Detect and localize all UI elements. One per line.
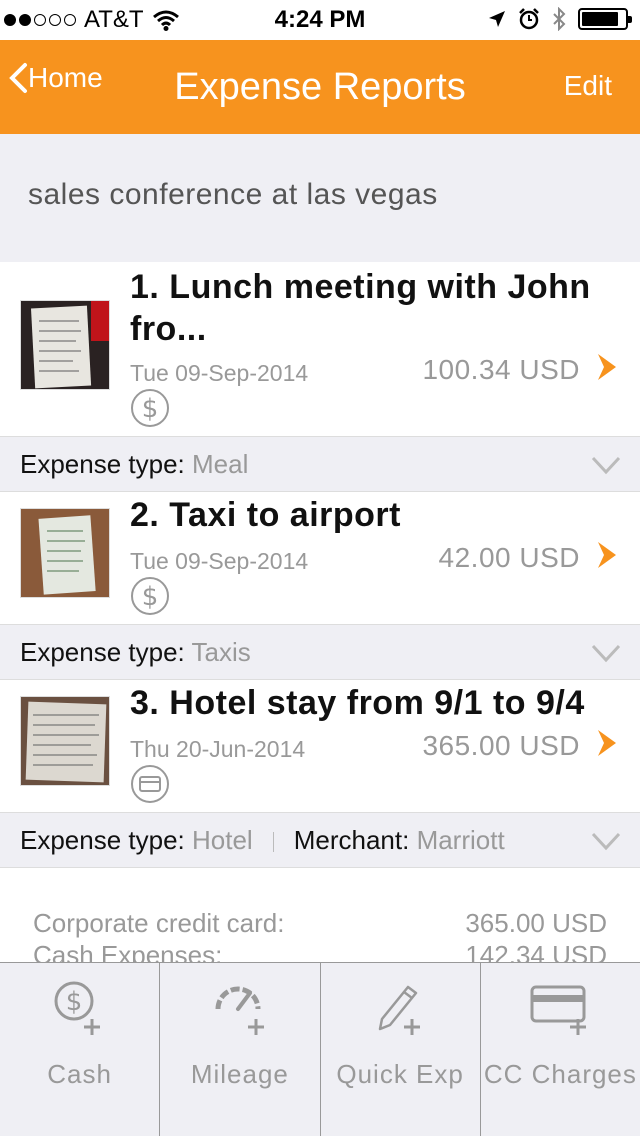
merchant-value: Marriott — [416, 825, 505, 855]
add-mileage-button[interactable]: Mileage — [160, 963, 321, 1136]
expense-name: 2. Taxi to airport — [130, 496, 401, 534]
alarm-clock-icon — [519, 8, 539, 30]
add-quick-expense-button[interactable]: Quick Exp — [321, 963, 481, 1136]
expense-date: Tue 09-Sep-2014 — [130, 360, 309, 386]
cash-dollar-icon: $ — [131, 389, 169, 427]
chevron-right-icon[interactable] — [592, 352, 622, 382]
expense-item[interactable]: 3. Hotel stay from 9/1 to 9/4 Thu 20-Jun… — [0, 680, 640, 812]
totals-summary: Corporate credit card: 365.00 USD Cash E… — [0, 868, 640, 962]
chevron-down-icon[interactable] — [590, 453, 622, 477]
chevron-down-icon[interactable] — [590, 641, 622, 665]
svg-text:$: $ — [142, 394, 159, 424]
expense-type-bar[interactable]: Expense type: Meal — [0, 436, 640, 492]
expense-type-label: Expense type: — [20, 637, 185, 667]
expense-type-bar[interactable]: Expense type: Taxis — [0, 624, 640, 680]
expense-item[interactable]: 1. Lunch meeting with John fro... Tue 09… — [0, 262, 640, 436]
status-bar: AT&T 4:24 PM — [0, 0, 640, 40]
add-mileage-label: Mileage — [190, 1059, 289, 1089]
expense-date: Tue 09-Sep-2014 — [130, 548, 309, 574]
status-right-icons — [488, 7, 632, 31]
total-label: Cash Expenses: — [33, 940, 223, 962]
expense-amount: 365.00 USD — [422, 730, 580, 761]
expense-name: 3. Hotel stay from 9/1 to 9/4 — [130, 684, 585, 722]
receipt-thumbnail[interactable] — [20, 300, 110, 390]
add-cc-charges-label: CC Charges — [483, 1059, 637, 1089]
receipt-thumbnail[interactable] — [20, 508, 110, 598]
cash-dollar-icon: $ — [131, 577, 169, 615]
chevron-right-icon[interactable] — [592, 728, 622, 758]
total-row: Cash Expenses: 142.34 USD — [33, 940, 607, 962]
divider — [272, 832, 274, 853]
total-row: Corporate credit card: 365.00 USD — [33, 908, 607, 939]
chevron-right-icon[interactable] — [592, 540, 622, 570]
expense-item[interactable]: 2. Taxi to airport Tue 09-Sep-2014 42.00… — [0, 492, 640, 624]
add-quick-expense-icon — [378, 985, 421, 1035]
credit-card-icon — [131, 765, 169, 803]
page-title: Expense Reports — [174, 66, 466, 108]
total-value: 142.34 USD — [465, 940, 607, 962]
svg-text:$: $ — [142, 582, 159, 612]
report-header: sales conference at las vegas — [0, 134, 640, 262]
expense-amount: 42.00 USD — [438, 542, 580, 573]
report-title: sales conference at las vegas — [28, 178, 438, 211]
chevron-down-icon[interactable] — [590, 829, 622, 853]
merchant-label: Merchant: — [293, 825, 410, 855]
total-label: Corporate credit card: — [33, 908, 285, 938]
location-arrow-icon — [489, 11, 505, 27]
navigation-bar: Home Expense Reports Edit — [0, 40, 640, 134]
expense-type-label: Expense type: — [20, 825, 185, 855]
edit-button[interactable]: Edit — [564, 70, 612, 102]
add-cash-button[interactable]: $ Cash — [0, 963, 161, 1136]
expense-type-value: Meal — [192, 449, 249, 479]
add-cash-label: Cash — [47, 1059, 112, 1089]
add-mileage-icon — [215, 986, 264, 1035]
add-quick-expense-label: Quick Exp — [336, 1059, 464, 1089]
expense-type-label: Expense type: — [20, 449, 185, 479]
bottom-toolbar: $ Cash Mileage Quick Exp CC Charges — [0, 962, 640, 1136]
add-cc-charges-button[interactable]: CC Charges — [481, 963, 640, 1136]
expense-name: 1. Lunch meeting with John fro... — [130, 268, 591, 348]
svg-text:$: $ — [65, 987, 82, 1017]
expense-type-value: Hotel — [192, 825, 253, 855]
add-credit-card-icon — [530, 985, 587, 1035]
add-cash-icon: $ — [54, 981, 100, 1035]
bluetooth-icon — [553, 7, 566, 31]
receipt-thumbnail[interactable] — [20, 696, 110, 786]
expense-date: Thu 20-Jun-2014 — [130, 736, 306, 762]
expense-amount: 100.34 USD — [422, 354, 580, 385]
expense-type-value: Taxis — [191, 637, 251, 667]
expense-type-bar[interactable]: Expense type: Hotel Merchant: Marriott — [0, 812, 640, 868]
battery-icon — [578, 8, 632, 30]
total-value: 365.00 USD — [465, 908, 607, 938]
